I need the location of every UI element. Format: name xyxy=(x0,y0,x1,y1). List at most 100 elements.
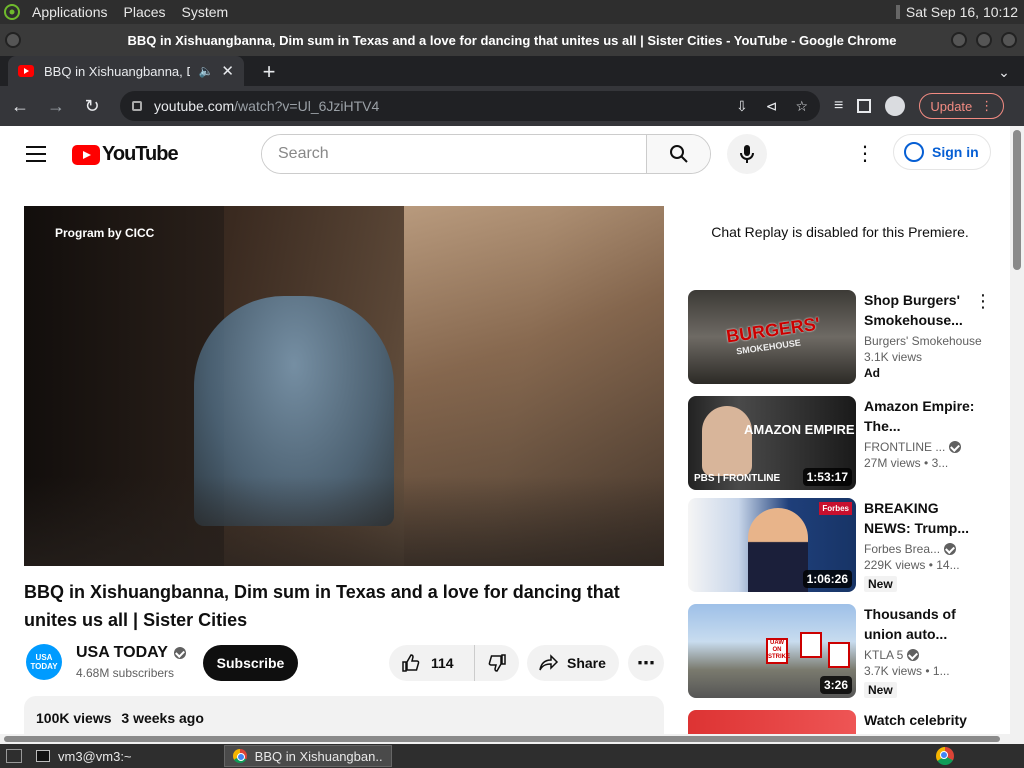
recommendation-item[interactable]: Watch celebrity xyxy=(688,710,992,734)
search-input[interactable] xyxy=(262,135,646,173)
forward-button[interactable]: → xyxy=(40,96,72,117)
search-icon xyxy=(669,145,688,163)
search-box xyxy=(261,134,711,174)
view-count: 100K views xyxy=(36,710,112,726)
close-tab-icon[interactable]: ✕ xyxy=(221,62,234,80)
youtube-play-icon xyxy=(72,144,100,165)
hamburger-menu-icon[interactable] xyxy=(26,146,46,167)
video-thumbnail[interactable]: AMAZON EMPIRE PBS | FRONTLINE 1:53:17 xyxy=(688,396,856,490)
vertical-scrollbar[interactable] xyxy=(1010,126,1024,734)
subscriber-count: 4.68M subscribers xyxy=(76,666,175,680)
picket-sign xyxy=(828,642,850,668)
menu-applications[interactable]: Applications xyxy=(24,4,116,20)
show-desktop-icon[interactable] xyxy=(6,749,22,763)
menu-system[interactable]: System xyxy=(174,4,237,20)
window-menu-button[interactable] xyxy=(5,32,21,48)
verified-check-icon xyxy=(944,543,957,555)
upload-age: 3 weeks ago xyxy=(121,710,204,726)
back-button[interactable]: ← xyxy=(4,96,36,117)
video-player[interactable]: Program by CICC xyxy=(24,206,664,566)
speaker-icon[interactable]: 🔈 xyxy=(198,64,213,78)
age-text: 1... xyxy=(932,664,950,678)
side-panel-icon[interactable] xyxy=(857,99,872,113)
like-dislike-group: 114 xyxy=(389,645,519,681)
window-titlebar[interactable]: BBQ in Xishuangbanna, Dim sum in Texas a… xyxy=(0,24,1024,56)
lock-icon[interactable] xyxy=(132,101,142,111)
address-bar[interactable]: youtube.com /watch?v=Ul_6JziHTV4 ⇩ ⊲ ☆ xyxy=(120,91,820,121)
microphone-icon xyxy=(740,145,754,163)
channel-name[interactable]: USA TODAY xyxy=(76,644,186,662)
menu-places[interactable]: Places xyxy=(116,4,174,20)
recommendation-item[interactable]: Forbes 1:06:26 BREAKING NEWS: Trump... F… xyxy=(688,498,992,594)
video-thumbnail[interactable]: UAW ON STRIKE 3:26 xyxy=(688,604,856,698)
channel-name-text: USA TODAY xyxy=(76,644,168,661)
recommendation-channel[interactable]: FRONTLINE ... xyxy=(864,440,984,454)
bookmark-star-icon[interactable]: ☆ xyxy=(795,98,808,115)
taskbar-terminal[interactable]: vm3@vm3:~ xyxy=(28,745,224,767)
reload-button[interactable]: ↻ xyxy=(76,96,108,117)
recommendation-title[interactable]: Watch celebrity xyxy=(864,710,984,730)
recommendation-title[interactable]: BREAKING NEWS: Trump... xyxy=(864,498,984,538)
reading-list-icon[interactable]: ≡ xyxy=(834,97,843,115)
chat-replay-notice: Chat Replay is disabled for this Premier… xyxy=(711,224,969,240)
voice-search-button[interactable] xyxy=(727,134,767,174)
tab-title: BBQ in Xishuangbanna, Dim sum xyxy=(44,63,190,79)
browser-tab[interactable]: BBQ in Xishuangbanna, Dim sum 🔈 ✕ xyxy=(8,56,244,86)
views-text: 229K views xyxy=(864,558,926,572)
video-thumbnail[interactable]: Forbes 1:06:26 xyxy=(688,498,856,592)
search-button[interactable] xyxy=(646,135,710,173)
recommendation-channel[interactable]: Burgers' Smokehouse xyxy=(864,334,984,348)
tab-search-chevron-icon[interactable]: ⌄ xyxy=(984,58,1024,86)
recommendation-views: 3.1K views xyxy=(864,350,923,364)
settings-kebab-icon[interactable]: ⋮ xyxy=(855,144,875,164)
close-window-button[interactable] xyxy=(1001,32,1017,48)
item-menu-kebab-icon[interactable]: ⋮ xyxy=(974,292,992,310)
description-box[interactable]: 100K views 3 weeks ago xyxy=(24,696,664,734)
thumbnail-text: UAW ON STRIKE xyxy=(766,638,790,664)
horizontal-scrollbar-thumb[interactable] xyxy=(4,736,1000,742)
like-count: 114 xyxy=(431,655,454,671)
profile-avatar-icon[interactable] xyxy=(885,96,906,116)
subscribe-button[interactable]: Subscribe xyxy=(203,645,298,681)
update-button[interactable]: Update ⋮ xyxy=(919,93,1005,119)
more-actions-button[interactable]: ⋯ xyxy=(628,645,664,681)
install-icon[interactable]: ⇩ xyxy=(736,98,748,115)
clock[interactable]: Sat Sep 16, 10:12 xyxy=(906,4,1018,20)
youtube-favicon-icon xyxy=(18,65,34,77)
minimize-button[interactable] xyxy=(951,32,967,48)
thumbnail-text: AMAZON EMPIRE xyxy=(744,422,855,437)
recommendation-title[interactable]: Amazon Empire: The... xyxy=(864,396,984,436)
channel-avatar[interactable]: USA TODAY xyxy=(26,644,62,680)
recommendation-item[interactable]: BURGERS' SMOKEHOUSE Shop Burgers' Smokeh… xyxy=(688,290,992,386)
share-icon[interactable]: ⊲ xyxy=(766,98,778,115)
distro-logo-icon[interactable] xyxy=(0,0,24,24)
tray-chrome-icon[interactable] xyxy=(936,747,954,765)
sign-in-button[interactable]: Sign in xyxy=(893,134,991,170)
share-button[interactable]: Share xyxy=(527,645,619,681)
url-host: youtube.com xyxy=(154,98,235,114)
youtube-logo[interactable]: YouTube xyxy=(72,143,179,166)
recommendation-title[interactable]: Shop Burgers' Smokehouse... xyxy=(864,290,984,330)
video-thumbnail[interactable] xyxy=(688,710,856,734)
horizontal-scrollbar[interactable] xyxy=(0,734,1024,744)
taskbar-chrome[interactable]: BBQ in Xishuangban... xyxy=(224,745,392,767)
video-thumbnail[interactable]: BURGERS' SMOKEHOUSE xyxy=(688,290,856,384)
channel-text: KTLA 5 xyxy=(864,648,904,662)
recommendation-item[interactable]: UAW ON STRIKE 3:26 Thousands of union au… xyxy=(688,604,992,700)
ad-badge: Ad xyxy=(864,366,880,380)
browser-toolbar: ← → ↻ youtube.com /watch?v=Ul_6JziHTV4 ⇩… xyxy=(0,86,1024,126)
sign-in-label: Sign in xyxy=(932,144,979,160)
browser-menu-icon[interactable]: ⋮ xyxy=(980,98,993,114)
verified-check-icon xyxy=(949,441,962,453)
dislike-button[interactable] xyxy=(475,653,519,673)
recommendation-channel[interactable]: KTLA 5 xyxy=(864,648,984,662)
maximize-button[interactable] xyxy=(976,32,992,48)
scrollbar-thumb[interactable] xyxy=(1013,130,1021,270)
share-arrow-icon xyxy=(539,654,559,671)
recommendation-title[interactable]: Thousands of union auto... xyxy=(864,604,984,644)
recommendation-channel[interactable]: Forbes Brea... xyxy=(864,542,984,556)
recommendation-item[interactable]: AMAZON EMPIRE PBS | FRONTLINE 1:53:17 Am… xyxy=(688,396,992,492)
new-badge: New xyxy=(864,576,897,592)
like-button[interactable]: 114 xyxy=(389,645,475,681)
new-tab-button[interactable]: + xyxy=(254,58,284,86)
